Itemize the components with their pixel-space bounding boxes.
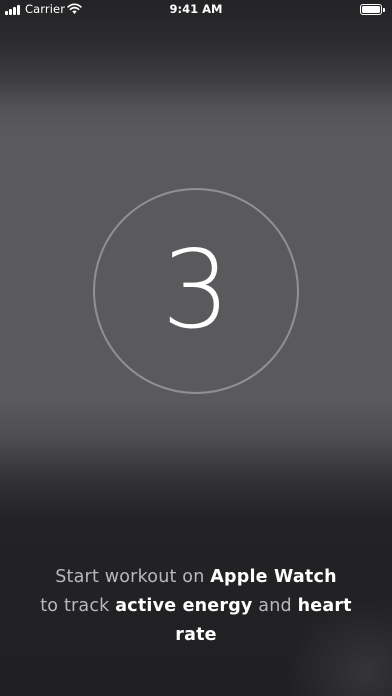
status-time: 9:41 AM xyxy=(169,2,223,16)
workout-instructions: Start workout on Apple Watch to track ac… xyxy=(20,563,372,650)
message-text: Start workout on xyxy=(55,567,211,587)
countdown-screen: Carrier 9:41 AM 3 Start workout on Apple… xyxy=(0,0,392,696)
message-highlight-apple-watch: Apple Watch xyxy=(210,567,337,587)
message-text: and xyxy=(252,596,298,616)
message-text: to track xyxy=(40,596,116,616)
countdown-number: 3 xyxy=(161,228,231,353)
battery-icon xyxy=(360,4,385,15)
message-highlight-active-energy: active energy xyxy=(115,596,253,616)
status-bar: Carrier 9:41 AM xyxy=(0,0,392,20)
